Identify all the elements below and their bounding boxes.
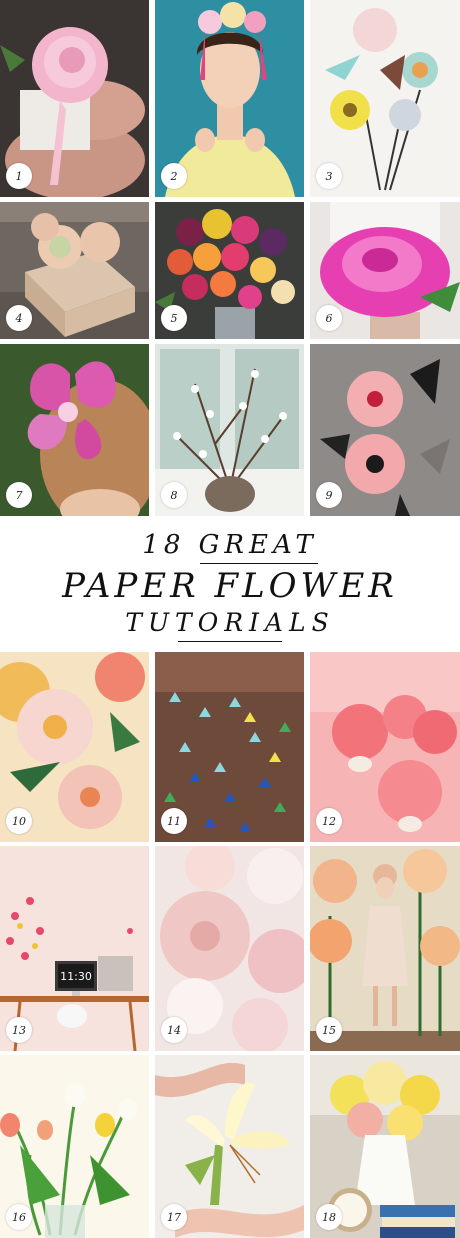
tile-16[interactable]: 16 <box>0 1055 149 1238</box>
tile-10[interactable]: 10 <box>0 652 149 842</box>
tile-6[interactable]: 6 <box>310 202 460 339</box>
tile-7[interactable]: 7 <box>0 344 149 516</box>
tile-4[interactable]: 4 <box>0 202 149 339</box>
tile-number-badge: 3 <box>316 163 342 189</box>
svg-text:11:30: 11:30 <box>60 970 92 983</box>
tile-12[interactable]: 12 <box>310 652 460 842</box>
photo-grid-top: 1 2 3 4 5 6 7 8 9 <box>0 0 460 516</box>
tile-number-badge: 12 <box>316 808 342 834</box>
title-line-2: PAPER FLOWER <box>62 566 398 606</box>
tile-number-badge: 9 <box>316 482 342 508</box>
tile-number-badge: 13 <box>6 1017 32 1043</box>
tile-2[interactable]: 2 <box>155 0 304 197</box>
tile-number-badge: 11 <box>161 808 187 834</box>
tile-11[interactable]: 11 <box>155 652 304 842</box>
tile-number-badge: 4 <box>6 305 32 331</box>
title-underline-top <box>200 563 318 564</box>
tile-number-badge: 16 <box>6 1204 32 1230</box>
tile-9[interactable]: 9 <box>310 344 460 516</box>
tile-number-badge: 6 <box>316 305 342 331</box>
tile-number-badge: 10 <box>6 808 32 834</box>
title-line-1: 18 GREAT <box>142 530 318 560</box>
tile-number-badge: 7 <box>6 482 32 508</box>
tile-number-badge: 15 <box>316 1017 342 1043</box>
tile-number-badge: 5 <box>161 305 187 331</box>
tile-17[interactable]: 17 <box>155 1055 304 1238</box>
tile-number-badge: 8 <box>161 482 187 508</box>
title-underline-bottom <box>178 641 282 642</box>
tile-14[interactable]: 14 <box>155 846 304 1051</box>
tile-1[interactable]: 1 <box>0 0 149 197</box>
tile-15[interactable]: 15 <box>310 846 460 1051</box>
title-block: 18 GREAT PAPER FLOWER TUTORIALS <box>0 506 460 652</box>
tile-number-badge: 17 <box>161 1204 187 1230</box>
tile-number-badge: 18 <box>316 1204 342 1230</box>
tile-18[interactable]: 18 <box>310 1055 460 1238</box>
tile-3[interactable]: 3 <box>310 0 460 197</box>
tile-number-badge: 2 <box>161 163 187 189</box>
tile-5[interactable]: 5 <box>155 202 304 339</box>
tile-number-badge: 1 <box>6 163 32 189</box>
title-line-3: TUTORIALS <box>125 608 335 637</box>
tile-13[interactable]: 11:30 13 <box>0 846 149 1051</box>
tile-number-badge: 14 <box>161 1017 187 1043</box>
photo-grid-bottom: 10 11 12 11:30 13 14 15 16 17 18 <box>0 652 460 1238</box>
tile-8[interactable]: 8 <box>155 344 304 516</box>
